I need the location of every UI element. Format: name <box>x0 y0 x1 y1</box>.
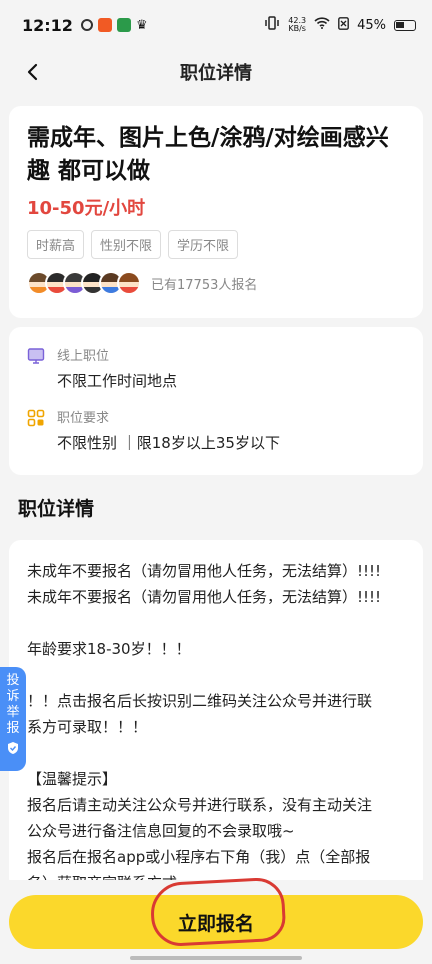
battery-icon <box>394 19 416 31</box>
description-gap <box>27 662 409 688</box>
avatar <box>117 271 141 295</box>
status-bar: 12:12 ♛ 42.3 KB/s 45% <box>0 0 432 50</box>
report-button[interactable]: 投 诉 举 报 <box>0 667 26 771</box>
app-notification-icon <box>97 18 112 32</box>
description-gap <box>27 740 409 766</box>
net-speed-unit: KB/s <box>288 24 306 33</box>
home-indicator[interactable] <box>130 956 302 960</box>
requirement-row: 职位要求 不限性别 ｜限18岁以上35岁以下 <box>27 407 405 453</box>
back-button[interactable] <box>18 58 46 86</box>
location-row: 线上职位 不限工作时间地点 <box>27 345 405 391</box>
system-indicators: 42.3 KB/s 45% <box>264 16 416 34</box>
location-value: 不限工作时间地点 <box>57 372 178 390</box>
description-line: 系方可录取！！！ <box>27 718 148 736</box>
job-tag: 时薪高 <box>27 230 85 259</box>
job-tag: 学历不限 <box>168 230 239 259</box>
description-line: 公众号进行备注信息回复的不会录取哦~ <box>27 822 295 840</box>
job-info-card: 线上职位 不限工作时间地点 职位要求 不限性别 ｜限18岁以上35岁以下 <box>9 327 423 475</box>
report-label-char: 报 <box>6 721 20 736</box>
vibrate-icon <box>264 16 280 34</box>
page-title: 职位详情 <box>180 63 252 84</box>
crown-icon: ♛ <box>135 17 148 33</box>
nav-bar: 职位详情 <box>0 50 432 94</box>
description-line: 报名后请主动关注公众号并进行联系，没有主动关注 <box>27 796 373 814</box>
description-line: 未成年不要报名（请勿冒用他人任务，无法结算）!!!! <box>27 562 382 580</box>
requirement-label: 职位要求 <box>57 411 110 426</box>
sim-off-icon <box>338 16 349 34</box>
job-salary: 10-50元/小时 <box>27 198 146 219</box>
description-line: ！！点击报名后长按识别二维码关注公众号并进行联 <box>27 692 373 710</box>
description-line: 未成年不要报名（请勿冒用他人任务，无法结算）!!!! <box>27 588 382 606</box>
description-line: 报名后在报名app或小程序右下角（我）点（全部报 <box>27 848 371 866</box>
applicants-count: 已有17753人报名 <box>151 277 258 293</box>
job-tag: 性别不限 <box>91 230 162 259</box>
network-speed: 42.3 KB/s <box>288 17 306 33</box>
apply-button[interactable]: 立即报名 <box>9 895 423 949</box>
job-tags: 时薪高 性别不限 学历不限 <box>27 230 405 259</box>
chevron-left-icon <box>27 63 38 81</box>
report-label-char: 投 <box>6 673 20 688</box>
app-notification-icon <box>116 18 131 32</box>
description-line: 【温馨提示】 <box>27 770 118 788</box>
notification-icons: ♛ <box>80 17 148 33</box>
description-text: 未成年不要报名（请勿冒用他人任务，无法结算）!!!! 未成年不要报名（请勿冒用他人… <box>27 558 409 890</box>
monitor-icon <box>27 348 45 364</box>
location-label: 线上职位 <box>57 349 110 364</box>
wifi-icon <box>314 17 330 33</box>
job-title: 需成年、图片上色/涂鸦/对绘画感兴趣 都可以做 <box>27 125 389 184</box>
requirement-value: 不限性别 ｜限18岁以上35岁以下 <box>57 434 280 452</box>
app-notification-icon <box>80 19 93 31</box>
shield-icon <box>8 742 18 754</box>
grid-icon <box>27 409 45 427</box>
job-description-card[interactable]: 未成年不要报名（请勿冒用他人任务，无法结算）!!!! 未成年不要报名（请勿冒用他人… <box>9 540 423 890</box>
applicant-avatars <box>27 271 141 295</box>
battery-percent: 45% <box>357 17 386 33</box>
report-label-char: 举 <box>6 705 20 720</box>
description-line: 年龄要求18-30岁！！！ <box>27 640 191 658</box>
status-time: 12:12 <box>22 15 73 35</box>
applicants-row: 已有17753人报名 <box>27 271 405 295</box>
details-section-title: 职位详情 <box>18 498 95 520</box>
job-summary-card: 需成年、图片上色/涂鸦/对绘画感兴趣 都可以做 10-50元/小时 时薪高 性别… <box>9 106 423 318</box>
description-gap <box>27 610 409 636</box>
report-label-char: 诉 <box>6 689 20 704</box>
